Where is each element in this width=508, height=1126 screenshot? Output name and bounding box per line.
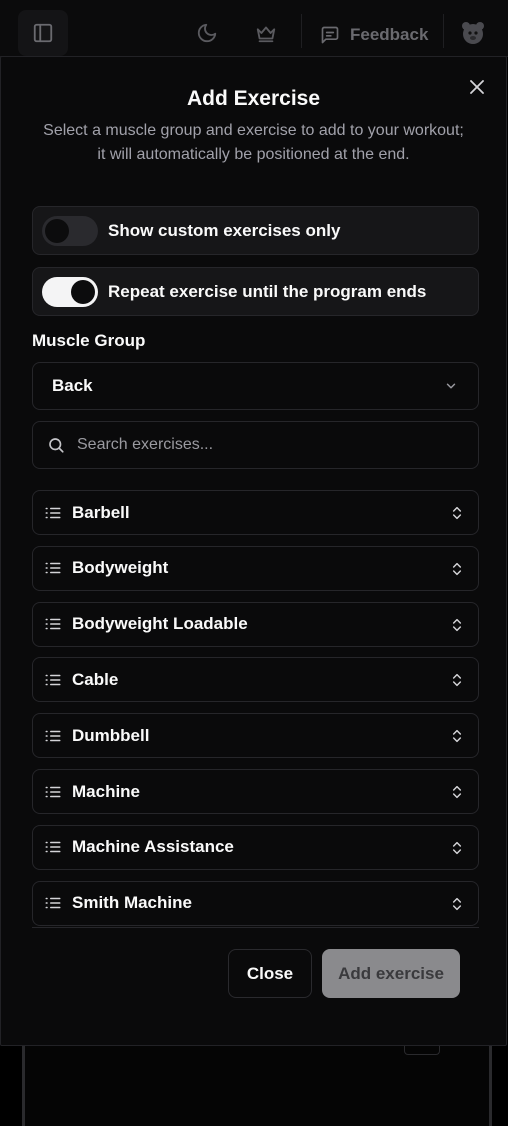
category-row[interactable]: Cable — [32, 657, 479, 703]
sidebar-toggle-icon — [33, 23, 53, 43]
category-label: Dumbbell — [72, 725, 150, 745]
message-square-icon — [321, 26, 339, 44]
dialog-title: Add Exercise — [186, 87, 321, 110]
custom-only-switch[interactable] — [42, 215, 98, 246]
crown-icon[interactable] — [255, 22, 277, 44]
chevrons-up-down-icon — [452, 730, 462, 743]
category-label: Smith Machine — [72, 893, 192, 913]
list-divider — [32, 927, 479, 928]
list-icon — [45, 507, 61, 518]
feedback-label: Feedback — [350, 25, 429, 44]
muscle-group-value: Back — [52, 376, 93, 395]
add-exercise-dialog: Add Exercise Select a muscle group and e… — [0, 56, 507, 1046]
background-card — [22, 1046, 492, 1126]
category-label: Machine Assistance — [72, 837, 234, 857]
chevron-down-icon — [446, 383, 456, 389]
custom-only-toggle-row[interactable]: Show custom exercises only — [32, 206, 479, 255]
chevrons-up-down-icon — [452, 618, 462, 631]
chevrons-up-down-icon — [452, 841, 462, 854]
sidebar-toggle-button[interactable] — [18, 10, 68, 56]
category-row[interactable]: Barbell — [32, 490, 479, 535]
category-row[interactable]: Smith Machine — [32, 880, 479, 926]
repeat-label: Repeat exercise until the program ends — [108, 281, 427, 301]
dialog-description: Select a muscle group and exercise to ad… — [43, 122, 464, 163]
category-label: Barbell — [72, 502, 130, 522]
list-icon — [45, 897, 61, 909]
search-field[interactable] — [32, 421, 479, 469]
muscle-group-select[interactable]: Back — [32, 362, 479, 410]
feedback-button[interactable]: Feedback — [320, 20, 428, 50]
category-label: Machine — [72, 781, 141, 801]
category-row[interactable]: Bodyweight Loadable — [32, 601, 479, 647]
chevrons-up-down-icon — [452, 785, 462, 799]
repeat-toggle-row[interactable]: Repeat exercise until the program ends — [32, 267, 479, 316]
muscle-group-label: Muscle Group — [32, 331, 146, 350]
header-divider — [301, 14, 302, 48]
background-element — [404, 1046, 440, 1055]
category-label: Cable — [72, 669, 119, 689]
search-icon — [49, 438, 64, 453]
chevrons-up-down-icon — [452, 506, 462, 520]
custom-only-label: Show custom exercises only — [108, 220, 341, 240]
list-icon — [45, 786, 61, 797]
list-icon — [45, 618, 61, 630]
header-divider — [443, 14, 444, 48]
repeat-switch[interactable] — [42, 276, 98, 307]
close-button[interactable]: Close — [228, 949, 312, 998]
category-label: Bodyweight — [72, 558, 169, 578]
category-label: Bodyweight Loadable — [72, 614, 248, 634]
app-header: Feedback — [0, 0, 508, 57]
list-icon — [45, 730, 61, 741]
avatar[interactable] — [460, 20, 486, 46]
moon-icon[interactable] — [196, 22, 218, 44]
list-icon — [45, 563, 61, 574]
add-exercise-button[interactable]: Add exercise — [322, 949, 460, 998]
category-row[interactable]: Machine Assistance — [32, 824, 479, 870]
search-input[interactable] — [75, 435, 449, 455]
chevrons-up-down-icon — [452, 562, 462, 575]
category-row[interactable]: Dumbbell — [32, 713, 479, 759]
list-icon — [45, 842, 61, 853]
chevrons-up-down-icon — [452, 897, 462, 910]
category-row[interactable]: Bodyweight — [32, 545, 479, 591]
list-icon — [45, 674, 61, 686]
chevrons-up-down-icon — [452, 674, 462, 687]
category-row[interactable]: Machine — [32, 769, 479, 814]
